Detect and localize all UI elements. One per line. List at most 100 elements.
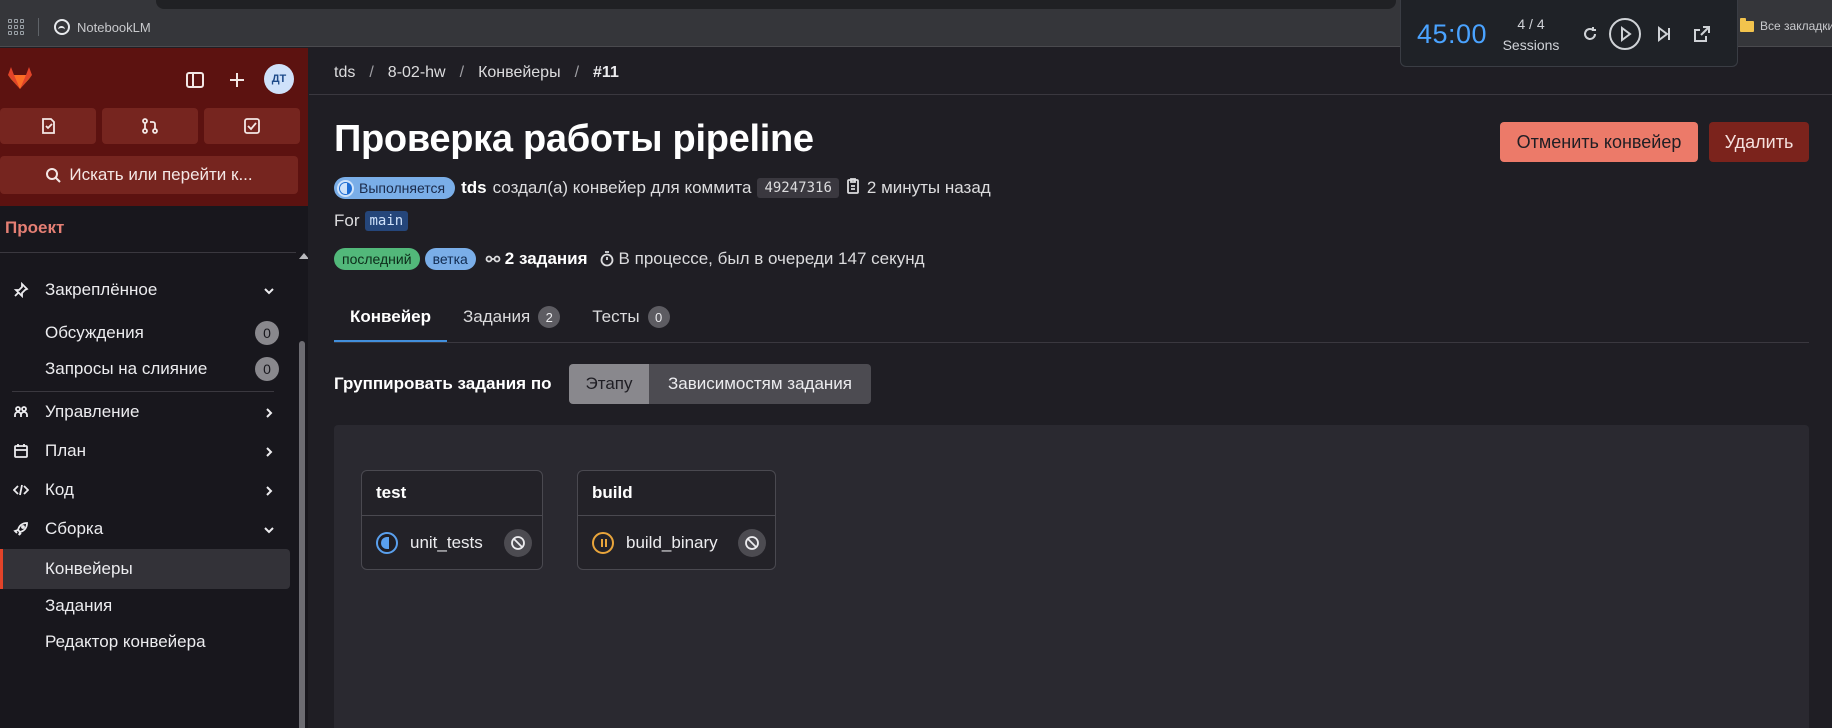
- commit-sha[interactable]: 49247316: [757, 178, 839, 198]
- section-title-project: Проект: [5, 218, 65, 237]
- sidebar-item-pipeline-editor[interactable]: Редактор конвейера: [0, 622, 290, 662]
- running-status-icon[interactable]: [376, 532, 398, 554]
- breadcrumb-separator: /: [369, 64, 374, 81]
- sidebar-toggle-icon[interactable]: [180, 65, 210, 95]
- timer-session-label: Sessions: [1502, 37, 1560, 53]
- tab-label: Конвейер: [350, 307, 431, 326]
- apps-grid-icon[interactable]: [8, 19, 24, 35]
- sidebar: ДТ Искать или перейти к... Проект Закреп…: [0, 48, 308, 728]
- duration: В процессе, был в очереди 147 секунд: [599, 249, 925, 269]
- bookmark-all-folder[interactable]: Все закладки: [1740, 17, 1832, 33]
- job-name[interactable]: build_binary: [626, 533, 718, 553]
- cancel-job-button[interactable]: [504, 529, 532, 557]
- issues-icon: [42, 118, 55, 134]
- bookmark-separator: [38, 18, 39, 36]
- job-item[interactable]: build_binary: [578, 516, 775, 570]
- cancel-icon: [511, 536, 525, 550]
- stage-column-test: test unit_tests: [361, 470, 543, 570]
- pipeline-icon: [485, 255, 501, 263]
- breadcrumb-item-current[interactable]: #11: [593, 64, 619, 82]
- cancel-pipeline-button[interactable]: Отменить конвейер: [1500, 122, 1698, 162]
- sidebar-scrollbar[interactable]: [296, 253, 308, 728]
- copy-clipboard-icon[interactable]: [845, 177, 861, 200]
- sidebar-item-label: Редактор конвейера: [45, 632, 206, 651]
- pending-status-icon[interactable]: [592, 532, 614, 554]
- sidebar-item-label: Код: [45, 480, 74, 499]
- scrollbar-thumb[interactable]: [299, 341, 305, 728]
- breadcrumb-separator: /: [459, 64, 465, 81]
- tab-count-badge: 0: [647, 306, 670, 328]
- sidebar-item-label: Запросы на слияние: [45, 359, 208, 378]
- status-badge[interactable]: Выполняется: [334, 177, 456, 199]
- job-item[interactable]: unit_tests: [362, 516, 542, 570]
- chevron-right-icon: [262, 483, 276, 497]
- sidebar-item-plan[interactable]: План: [0, 431, 290, 471]
- breadcrumb-item-group[interactable]: tds: [334, 64, 355, 82]
- notebooklm-icon: [54, 19, 70, 35]
- scroll-up-arrow[interactable]: [299, 253, 308, 259]
- breadcrumb-separator: /: [574, 64, 580, 81]
- chevron-down-icon: [262, 283, 276, 297]
- tab-pipeline[interactable]: Конвейер: [334, 292, 447, 342]
- popout-icon[interactable]: [1685, 17, 1719, 51]
- for-label: For: [334, 211, 360, 230]
- sidebar-item-manage[interactable]: Управление: [0, 392, 290, 432]
- group-by-dependencies-button[interactable]: Зависимостям задания: [649, 364, 871, 404]
- code-icon: [12, 481, 30, 499]
- sidebar-item-label: Закреплённое: [45, 280, 158, 299]
- play-button[interactable]: [1608, 17, 1642, 51]
- jobs-count-label: 2 задания: [504, 249, 588, 268]
- sidebar-item-code[interactable]: Код: [0, 470, 290, 510]
- reset-icon[interactable]: [1573, 17, 1607, 51]
- gitlab-logo-icon[interactable]: [7, 66, 33, 90]
- sidebar-item-build[interactable]: Сборка: [0, 509, 290, 549]
- sidebar-item-label: Сборка: [45, 519, 104, 538]
- job-name[interactable]: unit_tests: [410, 533, 483, 553]
- sidebar-item-label: Обсуждения: [45, 323, 144, 342]
- todo-quick-button[interactable]: [204, 108, 300, 144]
- calendar-icon: [12, 442, 30, 460]
- bookmark-notebooklm[interactable]: NotebookLM: [54, 18, 151, 36]
- sidebar-item-discussions[interactable]: Обсуждения 0: [0, 313, 290, 353]
- tab-jobs[interactable]: Задания 2: [447, 292, 576, 342]
- tab-count-badge: 2: [538, 306, 561, 328]
- for-branch-line: For main: [334, 211, 409, 231]
- avatar[interactable]: ДТ: [264, 64, 294, 94]
- group-by-stage-button[interactable]: Этапу: [569, 364, 649, 404]
- status-badge-label: Выполняется: [359, 180, 446, 196]
- timer-time: 45:00: [1417, 19, 1488, 49]
- section-divider: [0, 252, 296, 253]
- count-badge: 0: [255, 357, 279, 381]
- breadcrumb-item-project[interactable]: 8-02-hw: [388, 64, 446, 82]
- issues-quick-button[interactable]: [0, 108, 96, 144]
- sidebar-item-jobs[interactable]: Задания: [0, 586, 290, 626]
- group-by-label: Группировать задания по: [334, 374, 552, 393]
- sidebar-item-label: Задания: [45, 596, 113, 615]
- merge-requests-quick-button[interactable]: [102, 108, 198, 144]
- briefcase-icon: [12, 403, 30, 421]
- sidebar-item-merge-requests[interactable]: Запросы на слияние 0: [0, 349, 290, 389]
- skip-icon[interactable]: [1647, 17, 1681, 51]
- tag-branch-badge: ветка: [424, 248, 476, 270]
- sidebar-item-pinned[interactable]: Закреплённое: [0, 270, 290, 310]
- sidebar-header: ДТ Искать или перейти к...: [0, 48, 308, 206]
- timer-session-count: 4 / 4: [1517, 16, 1545, 32]
- count-badge: 0: [255, 321, 279, 345]
- author-link[interactable]: tds: [461, 178, 487, 198]
- branch-name[interactable]: main: [364, 211, 409, 231]
- pin-icon: [12, 281, 30, 299]
- jobs-count: 2 задания: [485, 249, 588, 269]
- search-button[interactable]: Искать или перейти к...: [0, 156, 298, 194]
- plus-icon[interactable]: [222, 65, 252, 95]
- bookmark-all-label: Все закладки: [1760, 19, 1832, 33]
- cancel-job-button[interactable]: [738, 529, 766, 557]
- sidebar-item-pipelines[interactable]: Конвейеры: [0, 549, 290, 589]
- search-icon: [46, 168, 62, 183]
- stage-column-build: build build_binary: [577, 470, 776, 570]
- pipeline-tags: последний ветка 2 задания В процессе, бы…: [334, 247, 925, 271]
- merge-request-icon: [142, 118, 158, 134]
- tab-tests[interactable]: Тесты 0: [576, 292, 685, 342]
- breadcrumb-item-pipelines[interactable]: Конвейеры: [478, 64, 561, 82]
- delete-button[interactable]: Удалить: [1709, 122, 1809, 162]
- pipeline-tabs: Конвейер Задания 2 Тесты 0: [334, 292, 686, 342]
